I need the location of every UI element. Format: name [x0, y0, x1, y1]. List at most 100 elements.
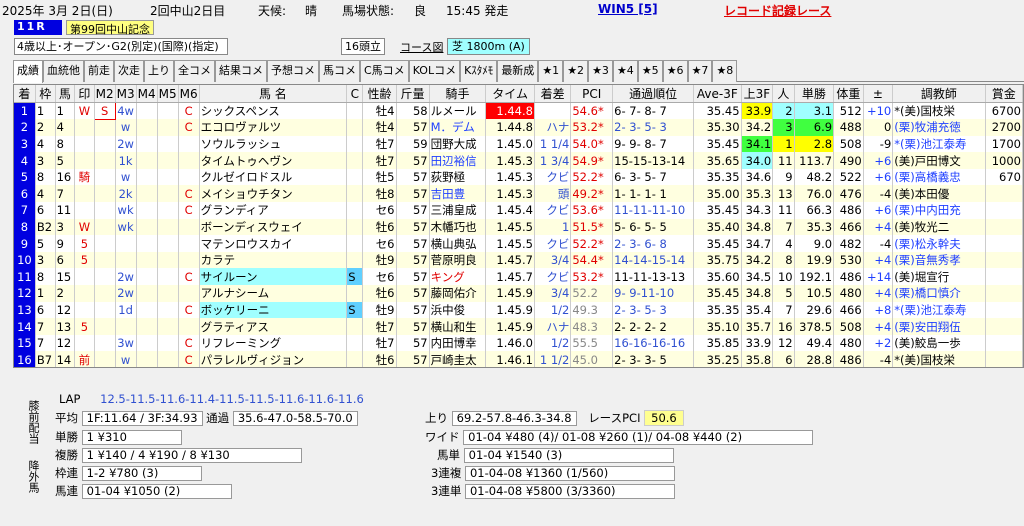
table-cell: 2 — [35, 119, 56, 136]
table-cell: 牡9 — [362, 251, 397, 269]
tab-3[interactable]: 次走 — [114, 60, 144, 82]
tab-20[interactable]: ★8 — [712, 60, 738, 82]
col-header[interactable]: M2 — [94, 85, 116, 103]
col-header[interactable]: 馬 名 — [199, 85, 348, 103]
tab-0[interactable]: 成績 — [13, 60, 43, 83]
tab-19[interactable]: ★7 — [687, 60, 713, 82]
table-cell: 34.2 — [741, 119, 774, 136]
table-cell — [346, 135, 364, 153]
table-cell: 1/2 — [534, 334, 572, 352]
table-cell: 3 — [35, 152, 56, 169]
table-cell: M．デム — [429, 119, 487, 136]
table-cell: 57 — [396, 119, 430, 136]
table-row[interactable]: 5 8 16 騎 w クルゼイロドスル 牡5 57 荻野極 1.45.3 クビ 52.2* 6- 3- … — [14, 168, 1023, 186]
col-header[interactable]: C — [346, 85, 364, 103]
table-cell: 5 — [74, 318, 95, 335]
col-header[interactable]: 通過順位 — [612, 85, 695, 103]
table-cell — [178, 152, 200, 169]
table-row[interactable]: 16 B7 14 前 w C パラレルヴィジョン 牡6 57 戸崎圭太 1.46.1 1 1/2 45.… — [14, 351, 1023, 367]
tab-9[interactable]: C馬コメ — [360, 60, 409, 82]
table-cell: 2k — [115, 185, 137, 203]
table-row[interactable]: 11 8 15 2w C サイルーン S セ6 57 キング 1.45.7 クビ 53.2* 11-11-… — [14, 268, 1023, 286]
table-row[interactable]: 14 7 13 5 グラティアス 牡7 57 横山和生 1.45.9 ハナ 48.3 2- 2- 2-… — [14, 318, 1023, 335]
table-cell: 35.7 — [741, 318, 774, 335]
table-row[interactable]: 1 1 1 W S 4w C シックスペンス 牡4 58 ルメール 1.44.8 54.6* 6- 7- … — [14, 102, 1023, 120]
tab-16[interactable]: ★4 — [612, 60, 638, 82]
table-cell: 6- 3- 5- 7 — [612, 168, 695, 186]
table-row[interactable]: 10 3 6 5 カラテ 牡9 57 菅原明良 1.45.7 3/4 54.4* 14-14-15-1… — [14, 251, 1023, 269]
tab-7[interactable]: 予想コメ — [267, 60, 319, 82]
table-cell: 1/2 — [534, 301, 572, 319]
tab-15[interactable]: ★3 — [588, 60, 613, 82]
tab-14[interactable]: ★2 — [563, 60, 589, 82]
tab-5[interactable]: 全コメ — [174, 60, 215, 82]
col-header[interactable]: 印 — [74, 85, 95, 103]
tab-18[interactable]: ★6 — [662, 60, 688, 82]
col-header[interactable]: 着差 — [534, 85, 572, 103]
col-header[interactable]: M5 — [157, 85, 179, 103]
table-cell: 670 — [985, 168, 1023, 186]
col-header[interactable]: PCI — [570, 85, 614, 103]
record-link[interactable]: レコード記録レース — [724, 2, 831, 19]
col-header[interactable]: 調教師 — [892, 85, 986, 103]
col-header[interactable]: 賞金 — [985, 85, 1023, 103]
col-header[interactable]: 騎手 — [429, 85, 487, 103]
course-map-link[interactable]: コース図 — [400, 39, 443, 55]
tab-2[interactable]: 前走 — [84, 60, 114, 82]
col-header[interactable]: 性齢 — [362, 85, 397, 103]
tab-6[interactable]: 結果コメ — [215, 60, 267, 82]
table-cell — [346, 102, 364, 120]
table-cell: 横山典弘 — [429, 235, 487, 252]
table-cell — [178, 285, 200, 302]
col-header[interactable]: M3 — [115, 85, 137, 103]
col-header[interactable]: M6 — [178, 85, 200, 103]
table-cell — [136, 251, 158, 269]
table-row[interactable]: 4 3 5 1k タイムトゥヘヴン 牡7 57 田辺裕信 1.45.3 1 3/4 54.9* 15-… — [14, 152, 1023, 169]
col-header[interactable]: 人 — [772, 85, 795, 103]
table-cell: 486 — [833, 202, 864, 219]
table-row[interactable]: 13 6 12 1d C ボッケリーニ S 牡9 57 浜中俊 1.45.9 1/2 49.3 2- 3-… — [14, 301, 1023, 319]
col-header[interactable]: 着 — [14, 85, 36, 103]
col-header[interactable]: タイム — [485, 85, 535, 103]
table-cell: 57 — [396, 334, 430, 352]
table-cell: 1.46.1 — [485, 351, 535, 367]
col-header[interactable]: 枠 — [35, 85, 56, 103]
table-row[interactable]: 6 4 7 2k C メイショウチタン 牡8 57 吉田豊 1.45.3 頭 49.2* 1- 1- 1… — [14, 185, 1023, 203]
col-header[interactable]: 上3F — [741, 85, 774, 103]
table-cell: 35.3 — [794, 218, 835, 236]
col-header[interactable]: 馬 — [55, 85, 76, 103]
table-cell: 57 — [396, 185, 430, 203]
col-header[interactable]: Ave-3F — [693, 85, 742, 103]
tab-11[interactable]: Kｽﾀﾒﾓ — [460, 60, 498, 82]
col-header[interactable]: 単勝 — [794, 85, 835, 103]
table-cell — [74, 135, 95, 153]
tab-4[interactable]: 上り — [144, 60, 174, 82]
tab-10[interactable]: KOLコメ — [408, 60, 461, 82]
table-cell — [157, 218, 179, 236]
table-row[interactable]: 8 B2 3 Wwk ボーンディスウェイ 牡6 57 木幡巧也 1.45.5 1 51.5* 5- 6… — [14, 218, 1023, 236]
table-row[interactable]: 2 2 4 w C エコロヴァルツ 牡4 57 M．デム 1.44.8 ハナ 53.2* 2- 3- 5… — [14, 119, 1023, 136]
table-cell: 6 — [35, 202, 56, 219]
win5-link[interactable]: WIN5 [5] — [598, 2, 658, 16]
tab-1[interactable]: 血統他 — [43, 60, 84, 82]
table-cell: 466 — [833, 218, 864, 236]
post-time: 15:45 発走 — [446, 4, 509, 18]
table-cell: 2.8 — [794, 135, 835, 153]
race-condition: 4歳以上･オープン･G2(別定)(国際)(指定) — [14, 38, 228, 55]
col-header[interactable]: 斤量 — [396, 85, 430, 103]
tab-8[interactable]: 馬コメ — [319, 60, 360, 82]
table-row[interactable]: 9 5 9 5 マテンロウスカイ セ6 57 横山典弘 1.45.5 クビ 52.2* 2- 3- 6… — [14, 235, 1023, 252]
col-header[interactable]: 体重 — [833, 85, 864, 103]
tab-13[interactable]: ★1 — [538, 60, 564, 82]
col-header[interactable]: ± — [863, 85, 894, 103]
tab-12[interactable]: 最新成 — [497, 60, 539, 82]
col-header[interactable]: M4 — [136, 85, 158, 103]
table-cell: 木幡巧也 — [429, 218, 487, 236]
table-row[interactable]: 12 1 2 2w アルナシーム 牡6 57 藤岡佑介 1.45.9 3/4 52.2 9- 9-11… — [14, 285, 1023, 302]
table-cell: S — [346, 268, 364, 286]
tab-17[interactable]: ★5 — [637, 60, 663, 82]
table-cell: 3.1 — [794, 102, 835, 120]
table-row[interactable]: 3 4 8 2w ソウルラッシュ 牡7 59 団野大成 1.45.0 1 1/4 54.0* 9- 9… — [14, 135, 1023, 153]
table-row[interactable]: 7 6 11 wk C グランディア セ6 57 三浦皇成 1.45.4 クビ 53.6* 11-11-… — [14, 202, 1023, 219]
table-row[interactable]: 15 7 12 3w C リフレーミング 牡7 57 内田博幸 1.46.0 1/2 55.5 16-1… — [14, 334, 1023, 352]
